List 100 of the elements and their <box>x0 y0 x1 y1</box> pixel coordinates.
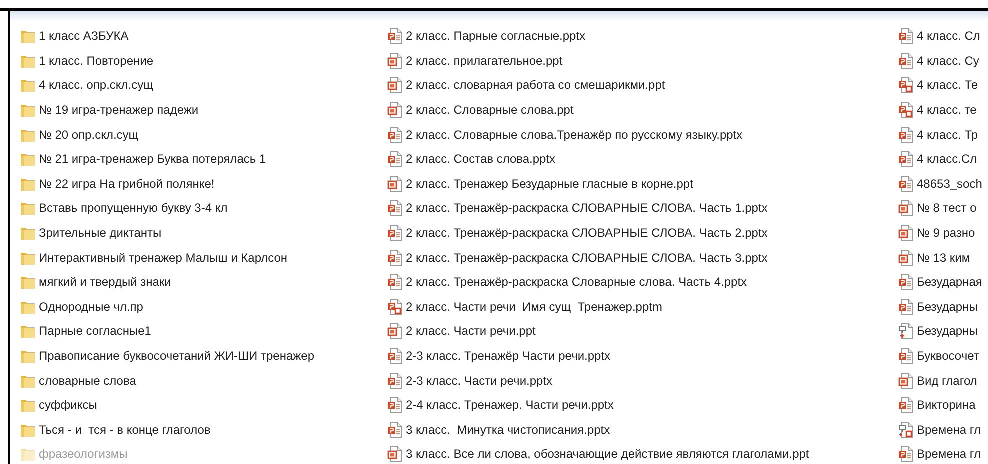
file-item[interactable]: Вид глагол <box>898 368 988 393</box>
file-item[interactable]: Времена гл <box>898 418 988 442</box>
folder-item[interactable]: Зрительные диктанты <box>20 220 387 246</box>
file-item[interactable]: 4 класс.Сл <box>898 146 988 172</box>
file-item[interactable]: 4 класс. Тр <box>898 122 988 147</box>
presentation-file-icon <box>387 422 403 438</box>
file-name: Зрительные диктанты <box>39 225 162 242</box>
presentation-file-icon <box>387 372 403 389</box>
file-item[interactable]: 2 класс. Тренажёр-раскраска Словарные слова. Часть 4.pptx <box>387 270 898 295</box>
folder-item[interactable]: № 20 опр.скл.сущ <box>20 122 387 147</box>
file-item[interactable]: № 13 ким <box>898 245 988 270</box>
file-item[interactable]: Безударны <box>898 319 988 344</box>
presentation-file-icon <box>898 200 914 216</box>
presentation-file-icon <box>898 225 914 242</box>
file-item[interactable]: 2 класс. прилагательное.ppt <box>387 48 898 74</box>
file-item[interactable]: 2 класс. словарная работа со смешарикми.ppt <box>387 73 898 98</box>
folder-item[interactable]: № 19 игра-тренажер падежи <box>20 98 387 122</box>
file-item[interactable]: 2-3 класс. Тренажёр Части речи.pptx <box>387 344 898 368</box>
file-item[interactable]: 2 класс. Состав слова.pptx <box>387 146 898 172</box>
folder-icon <box>20 397 36 414</box>
file-item[interactable]: 2 класс. Тренажёр-раскраска СЛОВАРНЫЕ СЛОВА. Часть 1.pptx <box>387 196 898 221</box>
file-name: 4 класс.Сл <box>917 151 978 168</box>
file-name: 2 класс. прилагательное.ppt <box>406 52 563 70</box>
file-name: 2 класс. Словарные слова.Тренажёр по русскому языку.pptx <box>406 126 743 144</box>
folder-icon <box>20 28 36 44</box>
file-item[interactable]: 48653_soch <box>898 172 988 196</box>
file-item[interactable]: 2-4 класс. Тренажер. Части речи.pptx <box>387 392 898 418</box>
presentation-file-icon <box>387 225 403 242</box>
file-item[interactable]: 4 класс. те <box>898 98 988 122</box>
macro-presentation-file-icon <box>898 102 914 118</box>
folder-icon <box>20 348 36 364</box>
file-item[interactable]: 2 класс. Части речи Имя сущ Тренажер.pptm <box>387 294 898 320</box>
file-name: 2 класс. Состав слова.pptx <box>406 151 556 168</box>
file-item[interactable]: Викторина <box>898 392 988 418</box>
folder-item[interactable]: 1 класс АЗБУКА <box>20 24 387 49</box>
file-item[interactable]: 2 класс. Словарные слова.ppt <box>387 98 898 122</box>
file-name: Ться - и тся - в конце глаголов <box>39 422 211 439</box>
folder-item[interactable]: № 21 игра-тренажер Буква потерялась 1 <box>20 146 387 172</box>
presentation-file-icon <box>898 298 914 315</box>
folder-item[interactable]: № 22 игра На грибной полянке! <box>20 172 387 196</box>
file-name: 1 класс. Повторение <box>39 52 154 70</box>
folder-item[interactable]: Ться - и тся - в конце глаголов <box>20 418 387 442</box>
presentation-file-icon <box>898 372 914 389</box>
presentation-file-icon <box>387 52 403 69</box>
file-item[interactable]: Буквосочет <box>898 344 988 368</box>
folder-item[interactable]: Однородные чл.пр <box>20 294 387 320</box>
file-item[interactable]: 2 класс. Тренажер Безударные гласные в корне.ppt <box>387 172 898 196</box>
file-item[interactable]: 4 класс. Сл <box>898 24 988 49</box>
folder-item[interactable]: мягкий и твердый знаки <box>20 270 387 295</box>
file-item[interactable]: 4 класс. Су <box>898 48 988 74</box>
file-item[interactable]: 3 класс. Минутка чистописания.pptx <box>387 418 898 442</box>
presentation-file-icon <box>387 176 403 192</box>
file-name: № 13 ким <box>917 250 970 267</box>
file-item[interactable]: 2 класс. Тренажёр-раскраска СЛОВАРНЫЕ СЛОВА. Часть 3.pptx <box>387 245 898 270</box>
file-item[interactable]: 2 класс. Тренажёр-раскраска СЛОВАРНЫЕ СЛОВА. Часть 2.pptx <box>387 220 898 246</box>
file-name: 2 класс. Тренажёр-раскраска СЛОВАРНЫЕ СЛОВА. Часть 1.pptx <box>406 200 768 218</box>
file-name: 4 класс. Те <box>917 77 978 94</box>
macro-presentation-file-icon <box>898 77 914 94</box>
presentation-file-icon <box>387 200 403 216</box>
file-name: 4 класс. те <box>917 102 977 120</box>
file-item[interactable]: 2 класс. Словарные слова.Тренажёр по русскому языку.pptx <box>387 122 898 147</box>
file-name: 3 класс. Минутка чистописания.pptx <box>406 422 610 439</box>
file-name: Безударны <box>917 323 978 340</box>
file-item[interactable]: № 8 тест о <box>898 196 988 221</box>
folder-item[interactable]: 4 класс. опр.скл.сущ <box>20 73 387 98</box>
file-name: 2-3 класс. Части речи.pptx <box>406 372 553 390</box>
folder-item[interactable]: Интерактивный тренажер Малыш и Карлсон <box>20 245 387 270</box>
template-file-icon <box>898 323 914 340</box>
presentation-file-icon <box>387 323 403 340</box>
file-name: 3 класс. Все ли слова, обозначающие действие являются глаголами.ppt <box>406 446 810 464</box>
file-name: 2 класс. Парные согласные.pptx <box>406 28 586 46</box>
presentation-file-icon <box>898 397 914 414</box>
file-name: Однородные чл.пр <box>39 298 144 316</box>
file-name: Правописание буквосочетаний ЖИ-ШИ тренажер <box>39 348 315 366</box>
folder-item[interactable]: Вставь пропущенную букву 3-4 кл <box>20 196 387 221</box>
folder-item[interactable]: 1 класс. Повторение <box>20 48 387 74</box>
file-name: № 20 опр.скл.сущ <box>39 126 139 144</box>
file-item[interactable]: 2-3 класс. Части речи.pptx <box>387 368 898 393</box>
folder-item[interactable]: суффиксы <box>20 392 387 418</box>
file-item[interactable]: 4 класс. Те <box>898 73 988 98</box>
file-item[interactable]: Безударная <box>898 270 988 295</box>
folder-item[interactable]: Парные согласные1 <box>20 319 387 344</box>
file-item[interactable]: 3 класс. Все ли слова, обозначающие действие являются глаголами.ppt <box>387 442 898 464</box>
macro-presentation-file-icon <box>387 298 403 315</box>
file-name: № 22 игра На грибной полянке! <box>39 176 215 193</box>
presentation-file-icon <box>387 397 403 414</box>
folder-item[interactable]: Правописание буквосочетаний ЖИ-ШИ тренажер <box>20 344 387 368</box>
file-item[interactable]: 2 класс. Парные согласные.pptx <box>387 24 898 49</box>
file-name: Викторина <box>917 397 976 414</box>
file-name: Буквосочет <box>917 348 980 366</box>
file-name: фразеологизмы <box>39 446 128 464</box>
file-item[interactable]: Безударны <box>898 294 988 320</box>
file-name: 4 класс. Сл <box>917 28 980 46</box>
folder-item[interactable]: словарные слова <box>20 368 387 393</box>
file-item[interactable]: Времена гл <box>898 442 988 464</box>
file-item[interactable]: № 9 разно <box>898 220 988 246</box>
file-name: № 8 тест о <box>917 200 977 218</box>
file-name: 4 класс. Тр <box>917 126 978 144</box>
file-name: 2 класс. Словарные слова.ppt <box>406 102 574 120</box>
file-item[interactable]: 2 класс. Части речи.ppt <box>387 319 898 344</box>
